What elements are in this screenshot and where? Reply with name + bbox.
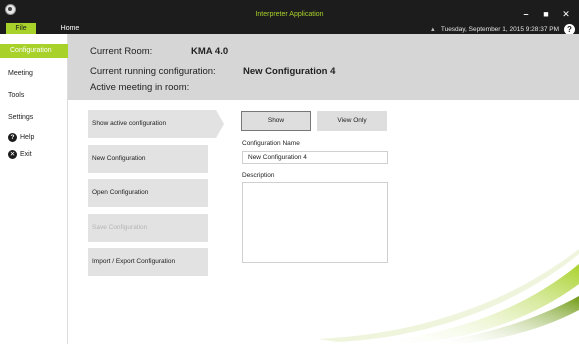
configuration-name-label: Configuration Name — [242, 140, 300, 147]
description-label: Description — [242, 172, 275, 179]
view-only-button[interactable]: View Only — [317, 111, 387, 131]
tab-file[interactable]: File — [6, 23, 36, 34]
tab-home[interactable]: Home — [58, 23, 82, 34]
sidebar-item-help[interactable]: ? Help — [8, 133, 34, 142]
maximize-icon[interactable]: ■ — [541, 10, 551, 19]
sidebar-exit-label: Exit — [20, 151, 32, 158]
caret-up-icon[interactable]: ▲ — [430, 27, 436, 33]
configuration-name-input[interactable] — [242, 151, 388, 164]
info-panel: Current Room: KMA 4.0 Current running co… — [68, 34, 579, 100]
title-bar: Interpreter Application – ■ ✕ File Home … — [0, 0, 579, 35]
main-content: Current Room: KMA 4.0 Current running co… — [68, 34, 579, 344]
active-meeting-label: Active meeting in room: — [90, 82, 190, 93]
exit-icon: ✕ — [8, 150, 17, 159]
current-room-label: Current Room: — [90, 46, 153, 57]
sidebar-item-configuration[interactable]: Configuration — [0, 44, 74, 58]
status-datetime: Tuesday, September 1, 2015 9:28:37 PM — [440, 26, 559, 33]
current-room-value: KMA 4.0 — [191, 46, 229, 57]
running-config-value: New Configuration 4 — [243, 66, 336, 77]
show-button[interactable]: Show — [241, 111, 311, 131]
window-title: Interpreter Application — [255, 11, 324, 18]
new-configuration-button[interactable]: New Configuration — [88, 145, 208, 173]
open-configuration-button[interactable]: Open Configuration — [88, 179, 208, 207]
show-active-configuration-button[interactable]: Show active configuration — [88, 110, 224, 138]
save-configuration-button[interactable]: Save Configuration — [88, 214, 208, 242]
sidebar-item-tools[interactable]: Tools — [8, 92, 24, 99]
import-export-configuration-button[interactable]: Import / Export Configuration — [88, 248, 208, 276]
sidebar-item-settings[interactable]: Settings — [8, 114, 33, 121]
window-controls: – ■ ✕ — [521, 10, 571, 19]
running-config-label: Current running configuration: — [90, 66, 216, 77]
status-area: ▲ Tuesday, September 1, 2015 9:28:37 PM — [430, 26, 559, 33]
description-input[interactable] — [242, 182, 388, 263]
help-circle-icon: ? — [8, 133, 17, 142]
sidebar-item-meeting[interactable]: Meeting — [8, 70, 33, 77]
sidebar: Configuration Meeting Tools Settings ? H… — [0, 34, 74, 344]
sidebar-item-exit[interactable]: ✕ Exit — [8, 150, 32, 159]
close-icon[interactable]: ✕ — [561, 10, 571, 19]
sidebar-help-label: Help — [20, 134, 35, 141]
minimize-icon[interactable]: – — [521, 10, 531, 19]
